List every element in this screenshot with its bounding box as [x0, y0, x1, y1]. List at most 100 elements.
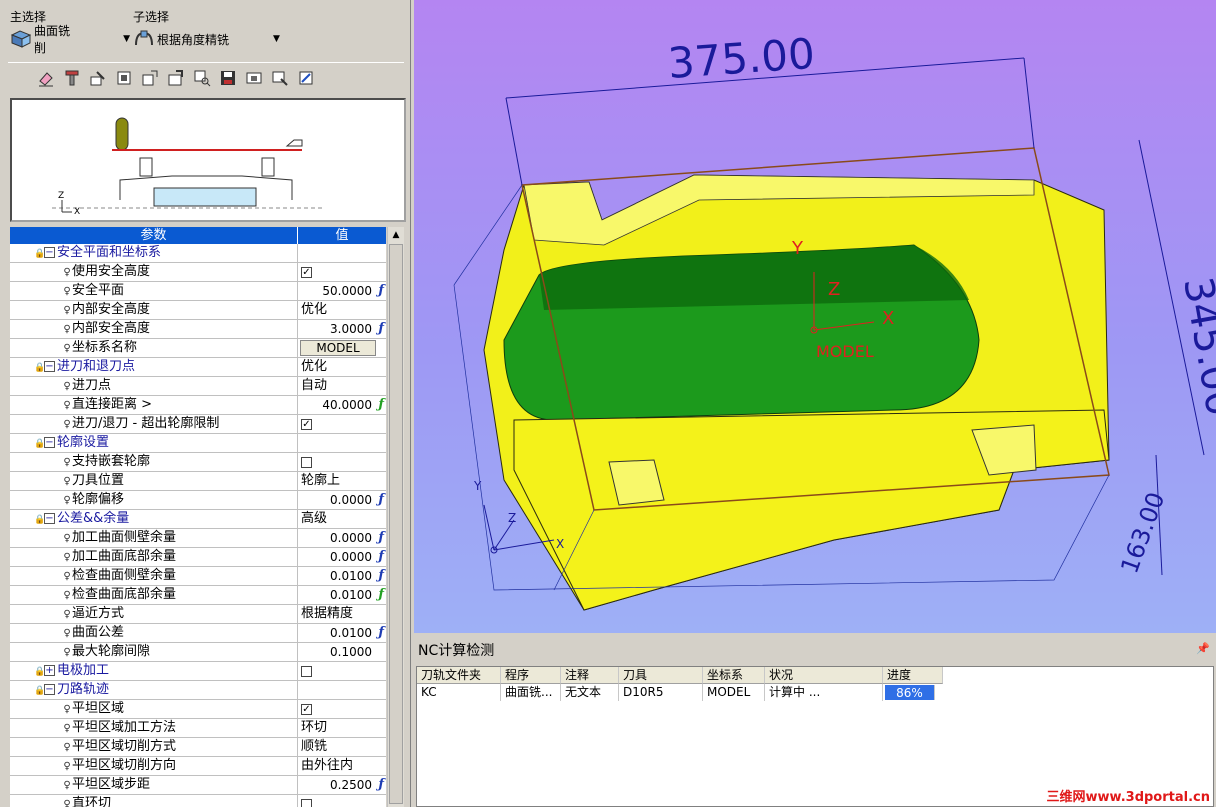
nc-col-header[interactable]: 注释: [561, 667, 619, 684]
simulate-icon[interactable]: [294, 66, 318, 90]
param-value-cell[interactable]: [297, 662, 386, 680]
param-value-cell[interactable]: 高级: [297, 510, 386, 528]
param-value-cell[interactable]: 0.0000 ƒ: [297, 491, 386, 509]
nc-col-header[interactable]: 状况: [765, 667, 883, 684]
checkbox[interactable]: [301, 457, 312, 468]
param-row[interactable]: ♀曲面公差 0.0100 ƒ: [10, 624, 386, 643]
param-row[interactable]: ♀平坦区域加工方法 环切: [10, 719, 386, 738]
param-group-row[interactable]: 🔒− 刀路轨迹: [10, 681, 386, 700]
param-row[interactable]: ♀刀具位置 轮廓上: [10, 472, 386, 491]
param-value-cell[interactable]: [297, 681, 386, 699]
param-value-cell[interactable]: 根据精度: [297, 605, 386, 623]
param-row[interactable]: ♀轮廓偏移 0.0000 ƒ: [10, 491, 386, 510]
param-value-cell[interactable]: ✓: [297, 415, 386, 433]
formula-icon[interactable]: ƒ: [378, 529, 384, 547]
collapse-icon[interactable]: −: [44, 513, 55, 524]
param-value-cell[interactable]: [297, 795, 386, 807]
collapse-icon[interactable]: −: [44, 247, 55, 258]
tool-icon[interactable]: [60, 66, 84, 90]
param-row[interactable]: ♀平坦区域切削方向 由外往内: [10, 757, 386, 776]
param-value-cell[interactable]: 轮廓上: [297, 472, 386, 490]
formula-icon[interactable]: ƒ: [378, 320, 384, 338]
checkbox[interactable]: ✓: [301, 267, 312, 278]
formula-icon[interactable]: ƒ: [378, 491, 384, 509]
camera-tool-icon[interactable]: [242, 66, 266, 90]
formula-icon[interactable]: ƒ: [378, 567, 384, 585]
table-row[interactable]: KC 曲面铣... 无文本 D10R5 MODEL 计算中 ... 86%: [417, 684, 1213, 701]
param-value-cell[interactable]: 由外往内: [297, 757, 386, 775]
parameter-scrollbar[interactable]: ▲: [387, 227, 404, 807]
param-value-cell[interactable]: [297, 434, 386, 452]
param-value-cell[interactable]: 0.0100 ƒ: [297, 567, 386, 585]
collapse-icon[interactable]: −: [44, 684, 55, 695]
param-value-cell[interactable]: 40.0000 ƒ: [297, 396, 386, 414]
param-row[interactable]: ♀使用安全高度 ✓: [10, 263, 386, 282]
param-row[interactable]: ♀直连接距离 > 40.0000 ƒ: [10, 396, 386, 415]
param-row[interactable]: ♀内部安全高度 优化: [10, 301, 386, 320]
param-value-cell[interactable]: 0.0000 ƒ: [297, 548, 386, 566]
param-value-cell[interactable]: 3.0000 ƒ: [297, 320, 386, 338]
param-row[interactable]: ♀平坦区域切削方式 顺铣: [10, 738, 386, 757]
nc-col-header[interactable]: 刀具: [619, 667, 703, 684]
collapse-icon[interactable]: −: [44, 361, 55, 372]
expand-icon[interactable]: +: [44, 665, 55, 676]
param-group-row[interactable]: 🔒− 公差&&余量 高级: [10, 510, 386, 529]
search-tool-icon[interactable]: [190, 66, 214, 90]
formula-icon[interactable]: ƒ: [378, 624, 384, 642]
formula-icon[interactable]: ƒ: [378, 282, 384, 300]
eraser-icon[interactable]: [34, 66, 58, 90]
param-row[interactable]: ♀检查曲面侧壁余量 0.0100 ƒ: [10, 567, 386, 586]
param-value-cell[interactable]: 优化: [297, 301, 386, 319]
export-icon[interactable]: [138, 66, 162, 90]
param-row[interactable]: ♀平坦区域步距 0.2500 ƒ: [10, 776, 386, 795]
checkbox[interactable]: [301, 666, 312, 677]
nc-col-header[interactable]: 刀轨文件夹: [417, 667, 501, 684]
nc-col-header[interactable]: 程序: [501, 667, 561, 684]
param-row[interactable]: ♀逼近方式 根据精度: [10, 605, 386, 624]
chevron-down-icon[interactable]: ▼: [123, 34, 130, 44]
formula-icon[interactable]: ƒ: [378, 586, 384, 604]
main-select-dropdown[interactable]: 曲面铣削 ▼: [10, 24, 130, 55]
checkbox[interactable]: [301, 799, 312, 807]
param-value-cell[interactable]: [297, 453, 386, 471]
param-value-cell[interactable]: 50.0000 ƒ: [297, 282, 386, 300]
param-row[interactable]: ♀进刀/退刀 - 超出轮廓限制 ✓: [10, 415, 386, 434]
param-value-cell[interactable]: 自动: [297, 377, 386, 395]
param-row[interactable]: ♀安全平面 50.0000 ƒ: [10, 282, 386, 301]
scrollbar-thumb[interactable]: [389, 244, 403, 804]
param-row[interactable]: ♀加工曲面底部余量 0.0000 ƒ: [10, 548, 386, 567]
param-row[interactable]: ♀平坦区域 ✓: [10, 700, 386, 719]
collapse-icon[interactable]: −: [44, 437, 55, 448]
param-row[interactable]: ♀内部安全高度 3.0000 ƒ: [10, 320, 386, 339]
param-row[interactable]: ♀支持嵌套轮廓: [10, 453, 386, 472]
param-value-cell[interactable]: 0.2500 ƒ: [297, 776, 386, 794]
param-group-row[interactable]: 🔒− 轮廓设置: [10, 434, 386, 453]
param-value-cell[interactable]: 环切: [297, 719, 386, 737]
3d-viewport[interactable]: 375.00 345.00 163.00 Y Z X MODEL Y Z X: [414, 0, 1216, 633]
param-row[interactable]: ♀坐标系名称 MODEL: [10, 339, 386, 358]
param-value-cell[interactable]: 0.0100 ƒ: [297, 586, 386, 604]
formula-icon[interactable]: ƒ: [378, 776, 384, 794]
tool-holder-icon[interactable]: [112, 66, 136, 90]
param-value-cell[interactable]: 0.1000: [297, 643, 386, 661]
settings-tool-icon[interactable]: [268, 66, 292, 90]
param-value-cell[interactable]: ✓: [297, 700, 386, 718]
param-row[interactable]: ♀最大轮廓间隙 0.1000: [10, 643, 386, 662]
pin-icon[interactable]: 📌: [1196, 642, 1210, 655]
sub-select-dropdown[interactable]: 根据角度精铣 ▼: [133, 27, 293, 51]
formula-icon[interactable]: ƒ: [378, 548, 384, 566]
param-value-cell[interactable]: 0.0100 ƒ: [297, 624, 386, 642]
coord-system-button[interactable]: MODEL: [300, 340, 376, 356]
formula-icon[interactable]: ƒ: [378, 396, 384, 414]
param-value-cell[interactable]: [297, 244, 386, 262]
checkbox[interactable]: ✓: [301, 704, 312, 715]
param-row[interactable]: ♀加工曲面侧壁余量 0.0000 ƒ: [10, 529, 386, 548]
param-row[interactable]: ♀检查曲面底部余量 0.0100 ƒ: [10, 586, 386, 605]
param-value-cell[interactable]: 顺铣: [297, 738, 386, 756]
chevron-down-icon[interactable]: ▼: [273, 34, 280, 44]
param-group-row[interactable]: 🔒− 进刀和退刀点 优化: [10, 358, 386, 377]
nc-col-header[interactable]: 坐标系: [703, 667, 765, 684]
nc-col-header[interactable]: 进度: [883, 667, 943, 684]
param-value-cell[interactable]: MODEL: [297, 339, 386, 357]
param-group-row[interactable]: 🔒− 安全平面和坐标系: [10, 244, 386, 263]
